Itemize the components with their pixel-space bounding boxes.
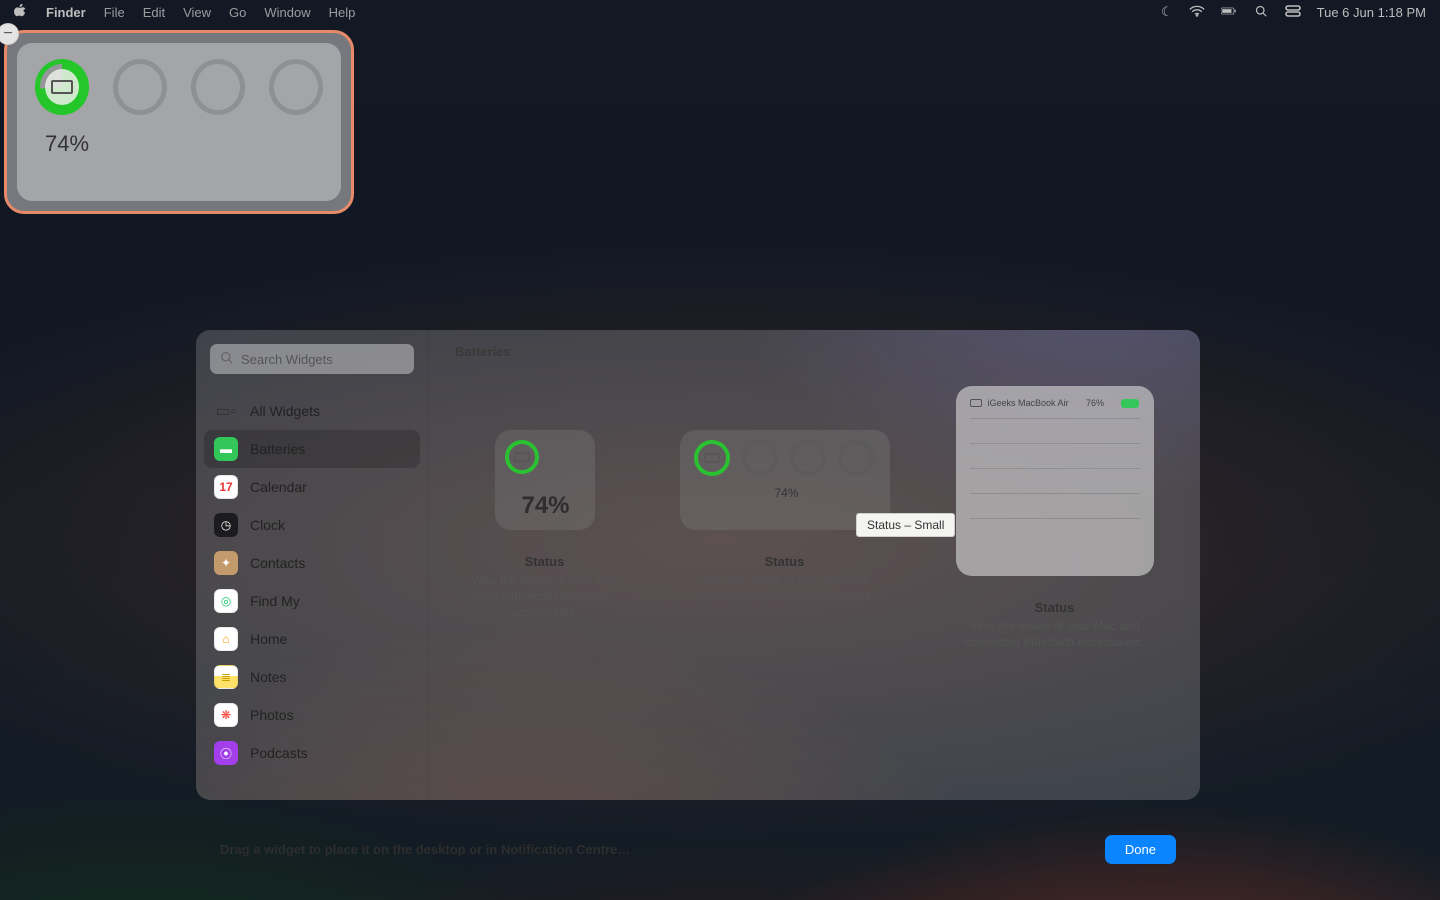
- menu-file[interactable]: File: [104, 5, 125, 20]
- battery-ring-empty: [269, 59, 323, 115]
- sidebar-item-contacts[interactable]: ✦ Contacts: [204, 544, 420, 582]
- sidebar-item-notes[interactable]: ≣ Notes: [204, 658, 420, 696]
- menu-view[interactable]: View: [183, 5, 211, 20]
- preview-large: iGeeks MacBook Air 76%: [956, 386, 1154, 576]
- size-tooltip: Status – Small: [856, 513, 955, 537]
- battery-percentage: 74%: [45, 131, 323, 157]
- sidebar-item-label: Home: [250, 631, 287, 647]
- sidebar-item-label: All Widgets: [250, 403, 320, 419]
- gallery-content: Batteries 74% Status View the status of …: [428, 330, 1200, 800]
- sidebar-item-label: Notes: [250, 669, 287, 685]
- sidebar-item-label: Contacts: [250, 555, 305, 571]
- sidebar-item-label: Calendar: [250, 479, 307, 495]
- sidebar-item-photos[interactable]: ❋ Photos: [204, 696, 420, 734]
- preview-small: 74%: [495, 430, 595, 530]
- focus-icon[interactable]: ☾: [1161, 4, 1173, 20]
- widget-remove-button[interactable]: −: [0, 23, 19, 45]
- menu-clock[interactable]: Tue 6 Jun 1:18 PM: [1317, 5, 1426, 20]
- spotlight-icon[interactable]: [1253, 5, 1269, 20]
- notes-icon: ≣: [214, 665, 238, 689]
- podcasts-icon: ⦿: [214, 741, 238, 765]
- sidebar-item-label: Podcasts: [250, 745, 308, 761]
- sidebar-item-batteries[interactable]: ▬ Batteries: [204, 430, 420, 468]
- gallery-sidebar: Search Widgets ▭▫ All Widgets ▬ Batteries 17…: [196, 330, 428, 800]
- sidebar-item-clock[interactable]: ◷ Clock: [204, 506, 420, 544]
- menu-go[interactable]: Go: [229, 5, 246, 20]
- footer-hint: Drag a widget to place it on the desktop…: [220, 842, 630, 857]
- done-button[interactable]: Done: [1105, 835, 1176, 864]
- sidebar-item-calendar[interactable]: 17 Calendar: [204, 468, 420, 506]
- sidebar-item-podcasts[interactable]: ⦿ Podcasts: [204, 734, 420, 772]
- sidebar-item-home[interactable]: ⌂ Home: [204, 620, 420, 658]
- menu-help[interactable]: Help: [329, 5, 356, 20]
- gallery-footer: Drag a widget to place it on the desktop…: [196, 824, 1200, 874]
- menu-bar: Finder File Edit View Go Window Help ☾ T…: [0, 0, 1440, 24]
- find-my-icon: ◎: [214, 589, 238, 613]
- widget-option-small[interactable]: 74% Status View the status of your Mac a…: [460, 430, 630, 800]
- widget-option-large[interactable]: iGeeks MacBook Air 76% Status View the s…: [940, 430, 1170, 800]
- control-center-icon[interactable]: [1285, 5, 1301, 20]
- sidebar-item-label: Clock: [250, 517, 285, 533]
- menu-app-name[interactable]: Finder: [46, 5, 86, 20]
- photos-icon: ❋: [214, 703, 238, 727]
- wifi-icon[interactable]: [1189, 5, 1205, 20]
- apple-menu[interactable]: [14, 4, 28, 21]
- all-widgets-icon: ▭▫: [214, 399, 238, 423]
- sidebar-item-label: Batteries: [250, 441, 305, 457]
- clock-icon: ◷: [214, 513, 238, 537]
- battery-pill-icon: [1121, 399, 1139, 408]
- battery-icon[interactable]: [1221, 5, 1237, 20]
- calendar-icon: 17: [214, 475, 238, 499]
- widget-gallery: Search Widgets ▭▫ All Widgets ▬ Batteries 17…: [196, 330, 1200, 800]
- battery-ring-mac: [35, 59, 89, 115]
- home-icon: ⌂: [214, 627, 238, 651]
- sidebar-item-find-my[interactable]: ◎ Find My: [204, 582, 420, 620]
- menu-window[interactable]: Window: [264, 5, 310, 20]
- contacts-icon: ✦: [214, 551, 238, 575]
- sidebar-item-label: Photos: [250, 707, 294, 723]
- menu-edit[interactable]: Edit: [143, 5, 165, 20]
- battery-ring-empty: [113, 59, 167, 115]
- battery-ring-empty: [191, 59, 245, 115]
- desktop-batteries-widget[interactable]: − 74%: [4, 30, 354, 214]
- batteries-icon: ▬: [214, 437, 238, 461]
- content-title: Batteries: [455, 344, 511, 359]
- search-input[interactable]: Search Widgets: [210, 344, 414, 374]
- search-icon: [220, 351, 233, 367]
- laptop-icon: [970, 399, 982, 407]
- widget-option-medium[interactable]: 74% Status View the status of your Mac a…: [670, 430, 900, 800]
- widget-grid: 74% Status View the status of your Mac a…: [429, 390, 1200, 800]
- sidebar-item-all-widgets[interactable]: ▭▫ All Widgets: [204, 392, 420, 430]
- sidebar-item-label: Find My: [250, 593, 300, 609]
